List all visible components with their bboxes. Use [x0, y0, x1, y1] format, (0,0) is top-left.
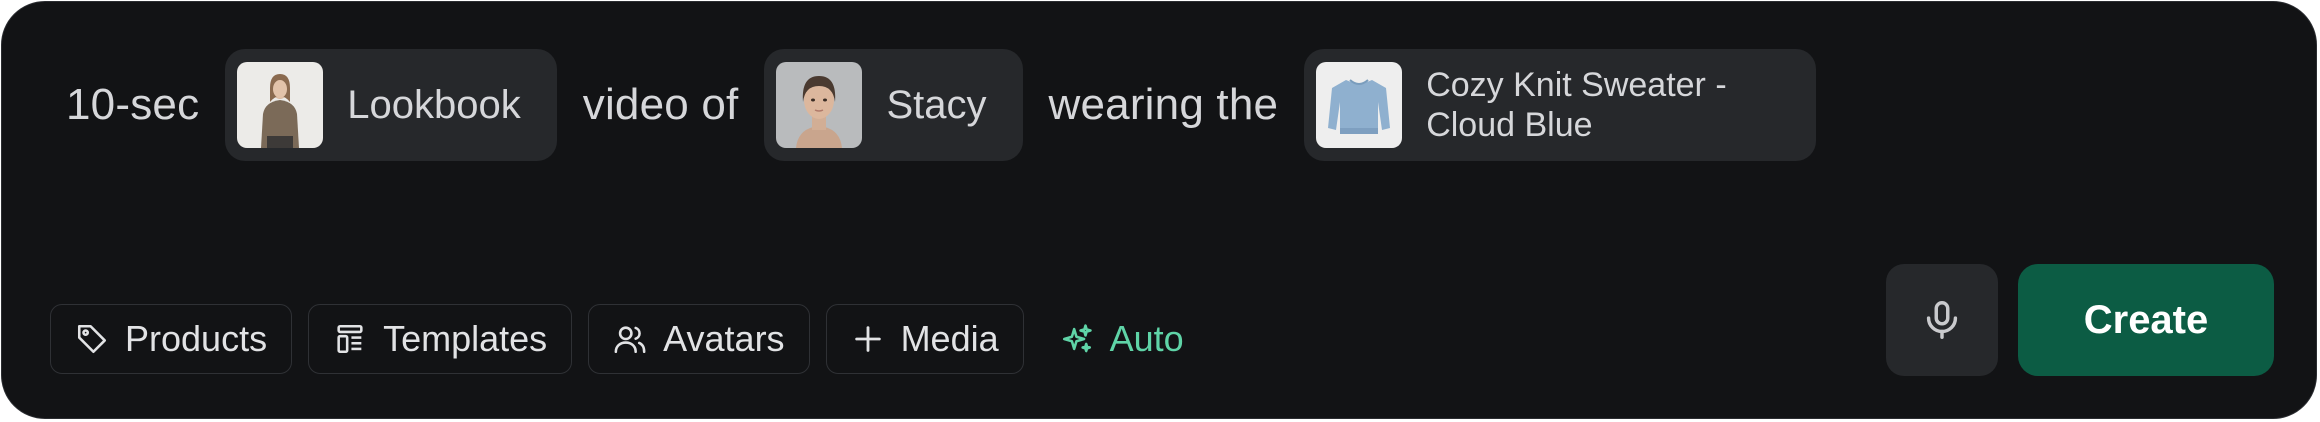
lookbook-thumbnail	[237, 62, 324, 148]
avatars-button[interactable]: Avatars	[588, 304, 810, 374]
avatars-label: Avatars	[663, 318, 785, 359]
sparkles-icon	[1062, 324, 1092, 353]
templates-label: Templates	[383, 318, 548, 359]
prompt-sentence: 10-sec Lookbook video of Stacy wearing t…	[66, 48, 1817, 162]
microphone-button[interactable]	[1886, 264, 1998, 376]
products-label: Products	[125, 318, 268, 359]
avatar-thumbnail	[776, 62, 863, 148]
style-chip-label: Lookbook	[347, 82, 521, 127]
product-chip-label: Cozy Knit Sweater - Cloud Blue	[1426, 66, 1727, 144]
media-button[interactable]: Media	[825, 304, 1024, 374]
auto-button[interactable]: Auto	[1040, 304, 1204, 374]
avatar-chip[interactable]: Stacy	[764, 49, 1023, 161]
microphone-icon	[1926, 301, 1958, 339]
wearing-the-text: wearing the	[1048, 80, 1279, 129]
templates-button[interactable]: Templates	[308, 304, 573, 374]
avatar-chip-label: Stacy	[886, 82, 987, 127]
template-icon	[337, 324, 363, 354]
media-label: Media	[900, 318, 999, 359]
plus-icon	[854, 326, 881, 352]
video-of-text: video of	[582, 80, 739, 129]
users-icon	[614, 326, 646, 354]
prompt-composer: 10-sec Lookbook video of Stacy wearing t…	[1, 1, 2317, 419]
product-chip[interactable]: Cozy Knit Sweater - Cloud Blue	[1304, 49, 1817, 161]
style-chip[interactable]: Lookbook	[225, 49, 557, 161]
toolbar: Products Templates Avatars Media Auto	[50, 304, 1204, 374]
tag-icon	[77, 324, 107, 354]
products-button[interactable]: Products	[50, 304, 293, 374]
create-button[interactable]: Create	[2018, 264, 2274, 376]
product-thumbnail	[1316, 62, 1403, 148]
auto-label: Auto	[1109, 318, 1184, 359]
duration-text[interactable]: 10-sec	[66, 80, 199, 130]
